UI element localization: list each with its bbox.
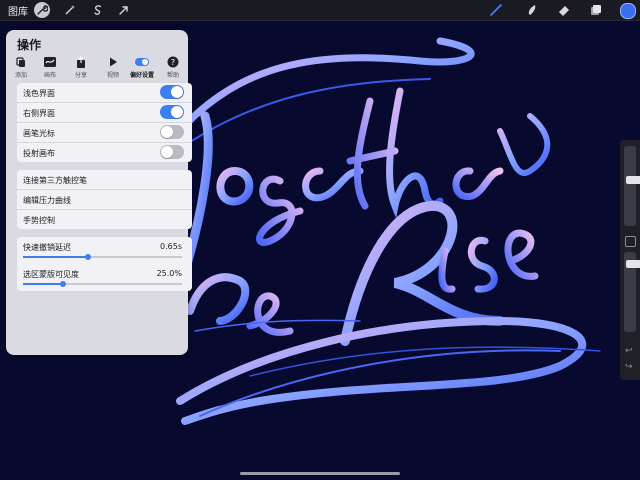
eraser-icon[interactable] (556, 2, 572, 18)
project-canvas-row[interactable]: 投射画布 (17, 143, 192, 162)
share-icon (77, 56, 85, 68)
svg-text:?: ? (171, 58, 175, 67)
top-toolbar: 图库 (0, 0, 640, 21)
brush-size-thumb[interactable] (626, 176, 640, 184)
tab-share[interactable]: 分享 (67, 56, 95, 79)
tab-add[interactable]: 添加 (7, 56, 35, 79)
actions-panel: 操作 添加 画布 分享 视频 偏好设置 ? 帮助 浅色界面 右侧界面 画笔光标 (6, 30, 192, 355)
panel-title: 操作 (17, 38, 42, 52)
right-hand-interface-toggle[interactable] (160, 105, 184, 119)
canvas-icon (44, 57, 56, 67)
rapid-undo-delay-thumb[interactable] (85, 254, 92, 260)
tab-preferences[interactable]: 偏好设置 (128, 56, 156, 79)
magic-wand-icon[interactable] (62, 2, 78, 18)
layers-icon[interactable] (588, 2, 604, 18)
preferences-toggle-icon (135, 58, 149, 66)
help-icon: ? (167, 56, 179, 68)
right-hand-interface-row[interactable]: 右侧界面 (17, 103, 192, 123)
undo-icon[interactable]: ↩ (625, 346, 633, 356)
light-interface-row[interactable]: 浅色界面 (17, 83, 192, 103)
brush-size-slider[interactable] (624, 146, 640, 226)
video-icon (110, 57, 117, 67)
redo-icon[interactable]: ↪ (625, 362, 633, 372)
transform-arrow-icon[interactable] (116, 2, 132, 18)
rapid-undo-delay-slider[interactable] (23, 254, 182, 260)
tab-video[interactable]: 视频 (99, 56, 127, 79)
selection-mask-visibility-row: 选区蒙版可见度 25.0% (17, 264, 192, 291)
opacity-slider[interactable] (624, 252, 640, 332)
connect-stylus-row[interactable]: 连接第三方触控笔 (17, 170, 192, 190)
gesture-controls-row[interactable]: 手势控制 (17, 210, 192, 229)
wrench-icon[interactable] (34, 2, 50, 18)
selection-mask-visibility-slider[interactable] (23, 281, 182, 287)
color-picker-button[interactable] (620, 3, 636, 19)
brush-cursor-row[interactable]: 画笔光标 (17, 123, 192, 143)
rapid-undo-delay-row: 快速撤销延迟 0.65s (17, 237, 192, 264)
toggle-group: 浅色界面 右侧界面 画笔光标 投射画布 (17, 83, 192, 162)
gallery-button[interactable]: 图库 (8, 3, 28, 18)
tab-canvas[interactable]: 画布 (36, 56, 64, 79)
link-group: 连接第三方触控笔 编辑压力曲线 手势控制 (17, 170, 192, 229)
tab-help[interactable]: ? 帮助 (159, 56, 187, 79)
home-indicator (240, 472, 400, 475)
brush-icon[interactable] (488, 2, 504, 18)
selection-mask-visibility-thumb[interactable] (59, 281, 66, 287)
project-canvas-toggle[interactable] (160, 145, 184, 159)
edit-pressure-curve-row[interactable]: 编辑压力曲线 (17, 190, 192, 210)
selection-icon[interactable] (90, 2, 106, 18)
opacity-thumb[interactable] (626, 260, 640, 268)
brush-cursor-toggle[interactable] (160, 125, 184, 139)
slider-group: 快速撤销延迟 0.65s 选区蒙版可见度 25.0% (17, 237, 192, 291)
right-sidebar: ↩ ↪ (620, 140, 640, 380)
light-interface-toggle[interactable] (160, 85, 184, 99)
modify-button[interactable] (625, 236, 636, 247)
add-icon (16, 57, 25, 67)
smudge-icon[interactable] (524, 2, 540, 18)
